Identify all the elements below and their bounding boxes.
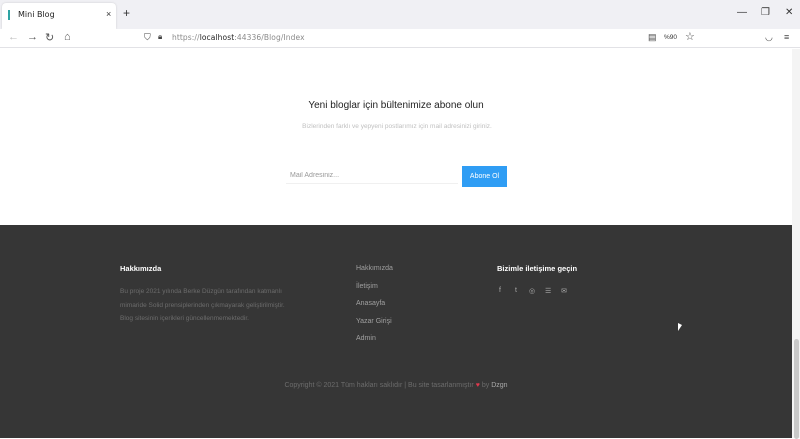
reload-icon[interactable]: ↻ [45, 31, 54, 44]
back-icon[interactable]: ← [8, 31, 19, 43]
app-menu-icon[interactable]: ≡ [784, 32, 789, 42]
navigation-bar: ← → ↻ ⌂ ⛉ 🔒︎ https://localhost:44336/Blo… [0, 29, 800, 48]
scrollbar-thumb[interactable] [794, 339, 799, 439]
footer-link-author-login[interactable]: Yazar Girişi [356, 318, 393, 336]
address-bar[interactable]: https://localhost:44336/Blog/Index [172, 33, 305, 42]
facebook-icon[interactable]: f [497, 287, 503, 295]
instagram-icon[interactable]: ◎ [529, 287, 535, 295]
reader-view-icon[interactable]: ▤ [648, 32, 657, 43]
rss-icon[interactable]: ☰ [545, 287, 551, 295]
bookmark-star-icon[interactable]: ☆ [685, 30, 695, 43]
author-link[interactable]: Dzgn [491, 382, 507, 389]
tab-loading-indicator [8, 10, 10, 20]
footer-link-contact[interactable]: İletişim [356, 283, 393, 301]
copyright-text: Copyright © 2021 Tüm hakları saklıdır | … [284, 382, 474, 389]
url-scheme: https:// [172, 33, 200, 42]
url-host: localhost [199, 33, 235, 42]
lock-icon[interactable]: 🔒︎ [158, 32, 162, 42]
copyright: Copyright © 2021 Tüm hakları saklıdır | … [0, 382, 792, 389]
footer-link-about[interactable]: Hakkımızda [356, 265, 393, 283]
newsletter-title: Yeni bloglar için bültenimize abone olun [308, 100, 484, 111]
tab-bar: Mini Blog × + — ❐ ✕ [0, 0, 800, 29]
window-close-icon[interactable]: ✕ [785, 7, 793, 18]
page-content: Yeni bloglar için bültenimize abone olun… [0, 49, 792, 438]
tracking-shield-icon[interactable]: ⛉ [144, 32, 151, 43]
contact-heading: Bizimle iletişime geçin [497, 264, 578, 273]
footer-link-admin[interactable]: Admin [356, 335, 393, 353]
email-input[interactable] [286, 168, 458, 184]
mouse-cursor-icon [678, 323, 682, 331]
minimize-icon[interactable]: — [737, 7, 747, 18]
social-links: f t ◎ ☰ ✉ [497, 287, 567, 295]
tab-title: Mini Blog [18, 10, 55, 19]
tab-close-icon[interactable]: × [106, 9, 111, 19]
tab-mini-blog[interactable]: Mini Blog × [2, 3, 116, 29]
restore-icon[interactable]: ❐ [761, 7, 770, 18]
footer-links: Hakkımızda İletişim Anasayfa Yazar Giriş… [356, 265, 393, 353]
footer: Hakkımızda Bu proje 2021 yılında Berke D… [0, 225, 792, 438]
page-scrollbar[interactable] [792, 49, 800, 439]
zoom-level[interactable]: %90 [664, 34, 677, 41]
newsletter-section: Yeni bloglar için bültenimize abone olun… [0, 49, 792, 225]
copyright-by: by [481, 382, 490, 389]
footer-link-home[interactable]: Anasayfa [356, 300, 393, 318]
subscribe-button[interactable]: Abone Ol [462, 166, 507, 187]
about-text: Bu proje 2021 yılında Berke Düzgün taraf… [120, 288, 285, 322]
email-icon[interactable]: ✉ [561, 287, 567, 295]
forward-icon[interactable]: → [27, 31, 38, 43]
url-path: :44336/Blog/Index [234, 33, 305, 42]
newsletter-description: Bizlerinden farklı ve yepyeni postlarımı… [302, 123, 492, 130]
new-tab-icon[interactable]: + [123, 6, 130, 20]
home-icon[interactable]: ⌂ [64, 31, 71, 43]
pocket-icon[interactable]: ◡ [765, 32, 773, 43]
about-heading: Hakkımızda [120, 264, 162, 273]
twitter-icon[interactable]: t [513, 287, 519, 295]
heart-icon: ♥ [475, 382, 480, 389]
